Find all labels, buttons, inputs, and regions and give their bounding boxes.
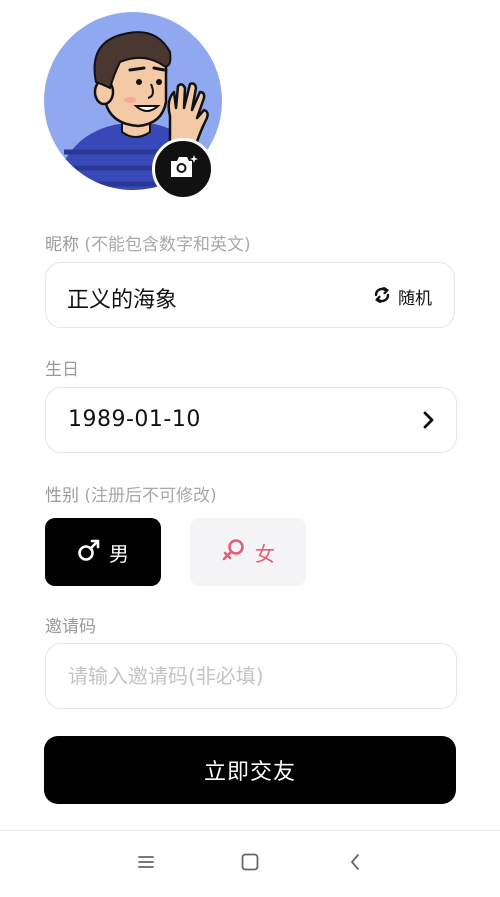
home-square-icon bbox=[240, 852, 260, 876]
refresh-icon bbox=[372, 285, 392, 309]
gender-female-button[interactable]: 女 bbox=[190, 518, 306, 586]
random-label: 随机 bbox=[398, 289, 432, 309]
nickname-label: 昵称 bbox=[45, 235, 79, 255]
male-symbol-icon bbox=[77, 538, 101, 567]
change-avatar-button[interactable] bbox=[152, 138, 214, 200]
nickname-value[interactable]: 正义的海象 bbox=[67, 282, 177, 314]
nickname-field[interactable]: 正义的海象 随机 bbox=[45, 262, 455, 328]
invite-field[interactable] bbox=[45, 643, 457, 709]
nickname-label-row: 昵称 (不能包含数字和英文) bbox=[45, 230, 251, 255]
menu-icon bbox=[137, 854, 155, 874]
female-symbol-icon bbox=[221, 537, 247, 568]
submit-button[interactable]: 立即交友 bbox=[44, 736, 456, 804]
invite-code-input[interactable] bbox=[46, 644, 456, 708]
back-icon bbox=[348, 852, 362, 876]
nav-back-button[interactable] bbox=[340, 850, 370, 878]
nav-divider bbox=[0, 830, 500, 831]
avatar-section bbox=[44, 12, 224, 202]
birthday-picker[interactable]: 1989-01-10 bbox=[45, 387, 457, 453]
gender-label: 性别 bbox=[45, 486, 79, 506]
nav-menu-button[interactable] bbox=[131, 850, 161, 878]
gender-male-button[interactable]: 男 bbox=[45, 518, 161, 586]
nickname-hint: (不能包含数字和英文) bbox=[84, 235, 251, 255]
birthday-value: 1989-01-10 bbox=[68, 407, 201, 432]
invite-label: 邀请码 bbox=[45, 617, 96, 637]
chevron-right-icon bbox=[422, 410, 436, 434]
gender-female-label: 女 bbox=[255, 541, 275, 566]
camera-icon bbox=[168, 154, 198, 184]
gender-male-label: 男 bbox=[109, 541, 129, 566]
random-nickname-button[interactable]: 随机 bbox=[372, 284, 432, 309]
gender-label-row: 性别 (注册后不可修改) bbox=[45, 481, 217, 506]
nav-home-button[interactable] bbox=[235, 850, 265, 878]
gender-hint: (注册后不可修改) bbox=[84, 486, 217, 506]
birthday-label: 生日 bbox=[45, 360, 79, 380]
